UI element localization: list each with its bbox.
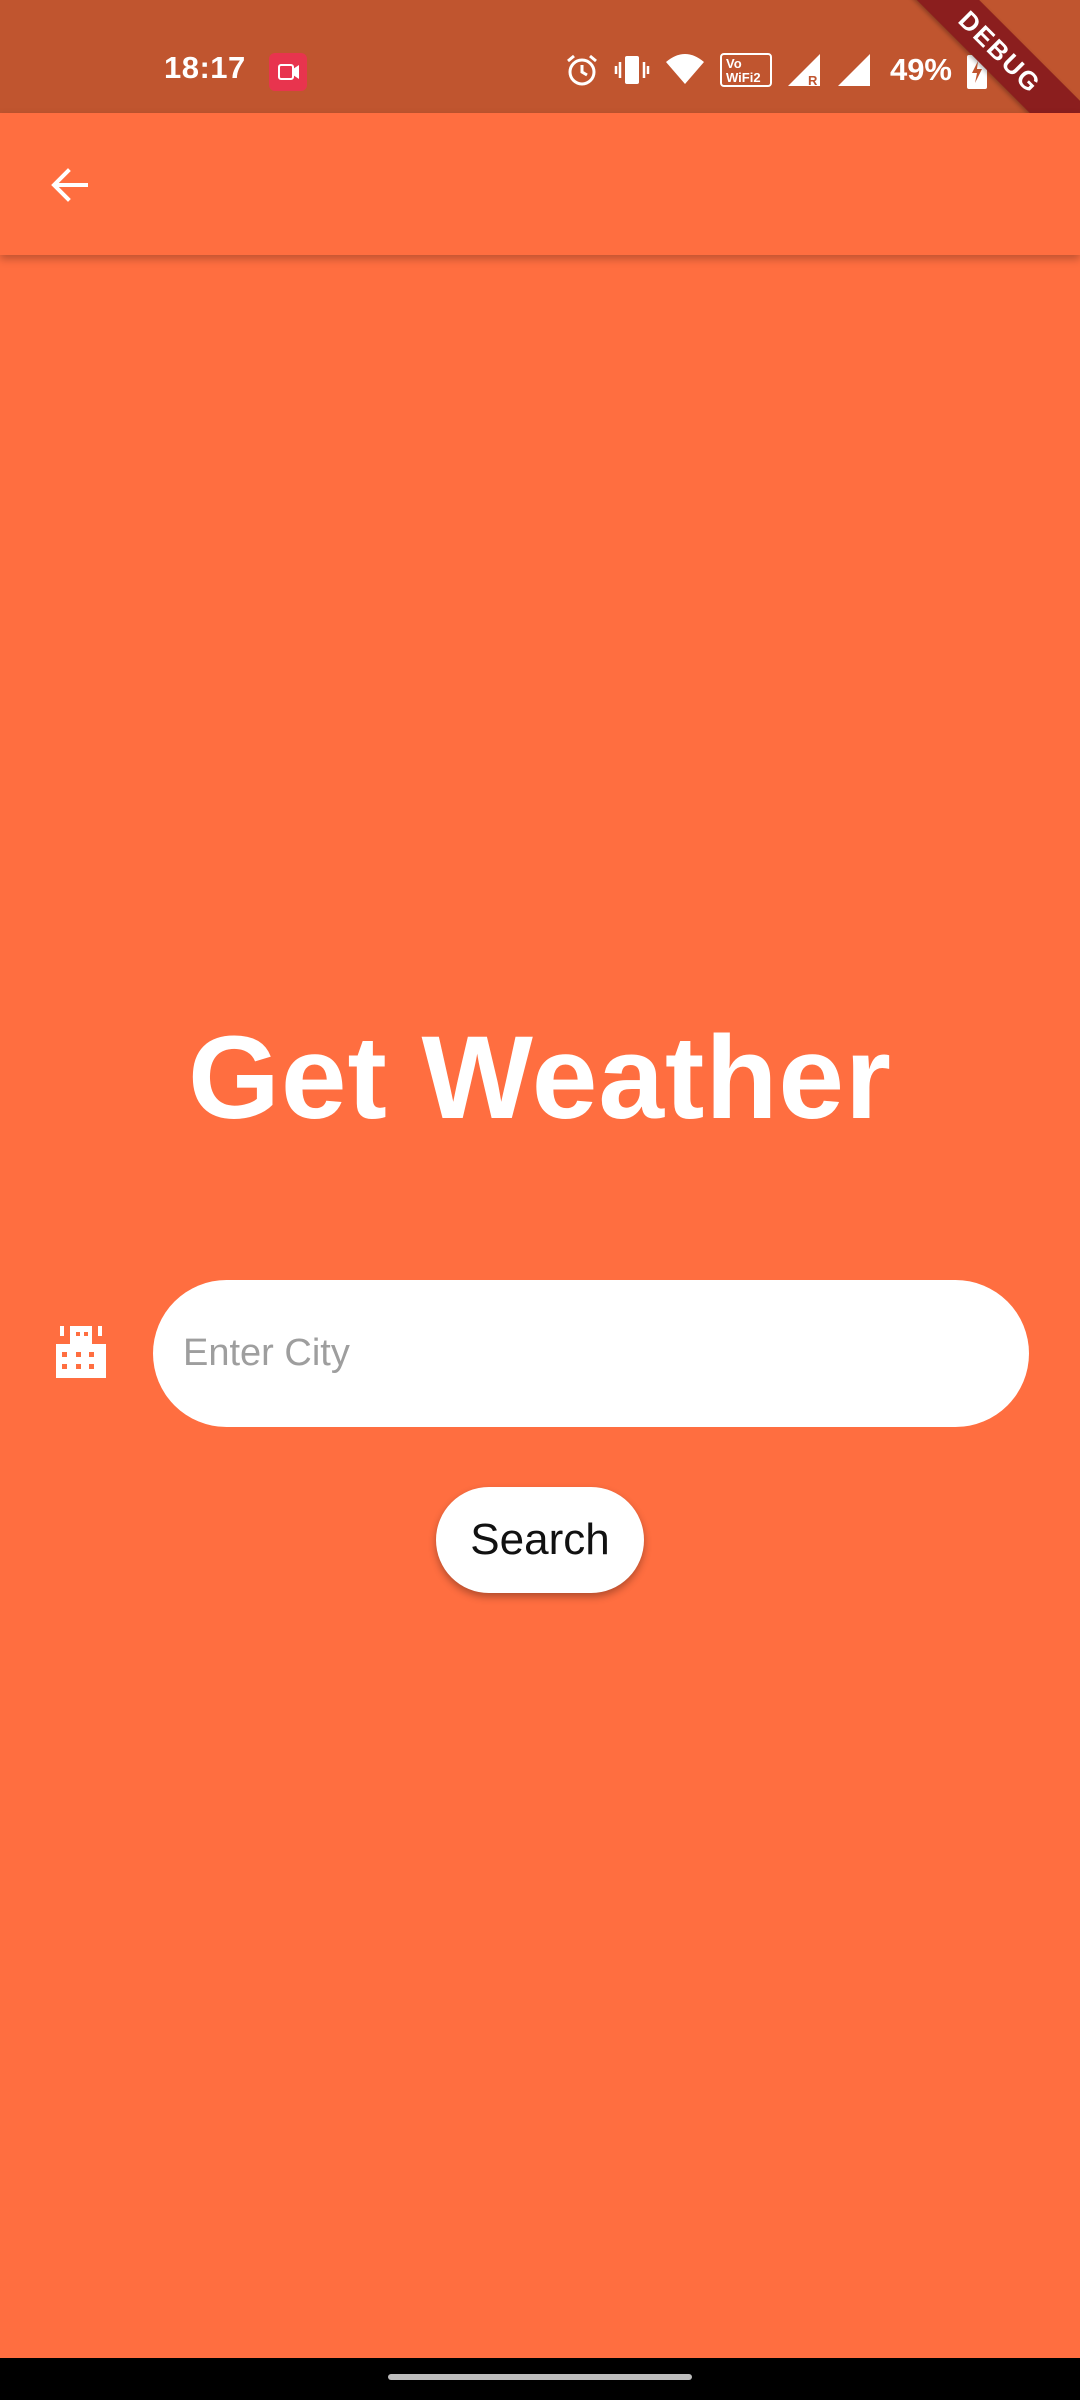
wifi-icon bbox=[665, 54, 704, 84]
status-icons: Vo WiFi2 R 49% bbox=[564, 49, 988, 91]
vibrate-icon bbox=[614, 56, 650, 84]
alarm-icon bbox=[566, 54, 597, 86]
city-input[interactable] bbox=[153, 1280, 1029, 1427]
battery-percent: 49% bbox=[889, 52, 952, 87]
page-title: Get Weather bbox=[188, 1012, 892, 1144]
navigation-bar bbox=[0, 2358, 1080, 2400]
svg-text:WiFi2: WiFi2 bbox=[726, 70, 761, 85]
search-button[interactable]: Search bbox=[436, 1487, 644, 1593]
arrow-back-icon bbox=[51, 168, 88, 202]
status-bar: 18:17 Vo WiFi2 R 49% bbox=[0, 0, 1080, 113]
status-time: 18:17 bbox=[164, 50, 246, 85]
home-indicator[interactable] bbox=[388, 2374, 692, 2380]
svg-text:Vo: Vo bbox=[726, 56, 742, 71]
signal-roaming-icon: R bbox=[787, 54, 820, 88]
location-city-icon bbox=[56, 1326, 106, 1378]
app-bar bbox=[0, 113, 1080, 255]
screen-record-icon bbox=[269, 53, 307, 91]
back-button[interactable] bbox=[34, 149, 106, 221]
vowifi-icon: Vo WiFi2 bbox=[719, 53, 772, 87]
signal-icon bbox=[837, 54, 870, 86]
svg-text:R: R bbox=[808, 73, 818, 88]
